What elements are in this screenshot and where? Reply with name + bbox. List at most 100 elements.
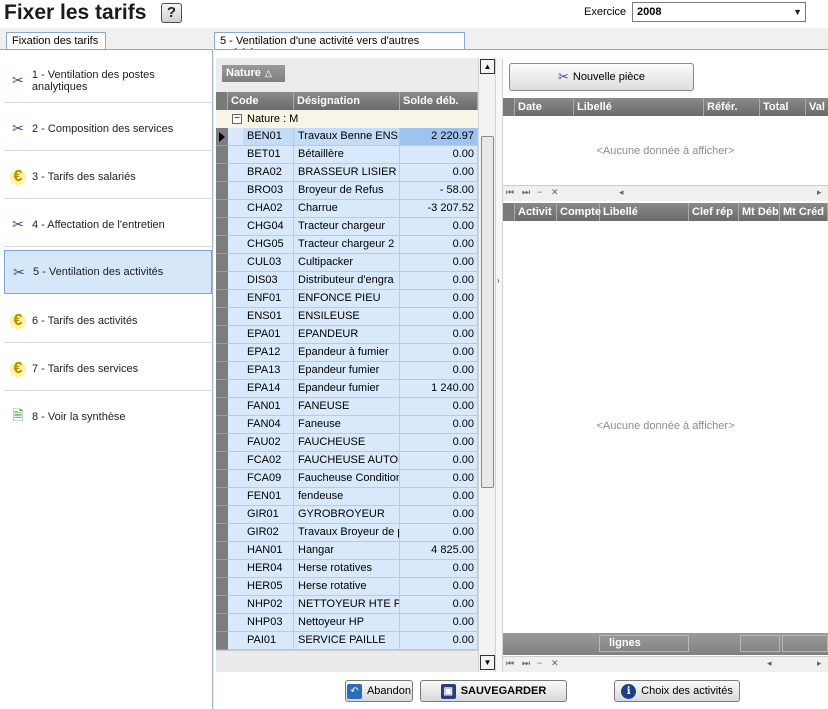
cell-designation[interactable]: Cultipacker: [294, 254, 400, 272]
row-selector[interactable]: [216, 578, 228, 596]
cell-code[interactable]: HER05: [243, 578, 294, 596]
cell-code[interactable]: HAN01: [243, 542, 294, 560]
table-row[interactable]: FCA09 Faucheuse Condition 0.00: [216, 470, 478, 488]
cell-solde[interactable]: 0.00: [400, 434, 478, 452]
cell-code[interactable]: NHP02: [243, 596, 294, 614]
column-header-date[interactable]: Date: [515, 98, 574, 116]
cell-code[interactable]: GIR02: [243, 524, 294, 542]
row-selector[interactable]: [216, 182, 228, 200]
scroll-down-icon[interactable]: ▼: [480, 655, 495, 670]
grid-vertical-scrollbar[interactable]: ▲ ▼: [478, 58, 495, 672]
cell-solde[interactable]: 0.00: [400, 614, 478, 632]
cell-solde[interactable]: 4 825.00: [400, 542, 478, 560]
choose-activities-button[interactable]: i Choix des activités: [614, 680, 740, 702]
column-header-clef-rep[interactable]: Clef rép: [689, 203, 739, 221]
cell-solde[interactable]: 0.00: [400, 272, 478, 290]
row-selector[interactable]: [216, 614, 228, 632]
cell-code[interactable]: FCA09: [243, 470, 294, 488]
table-row[interactable]: HER05 Herse rotative 0.00: [216, 578, 478, 596]
cell-solde[interactable]: 0.00: [400, 290, 478, 308]
row-selector[interactable]: [216, 452, 228, 470]
cell-solde[interactable]: 0.00: [400, 164, 478, 182]
cell-designation[interactable]: EPANDEUR: [294, 326, 400, 344]
cell-code[interactable]: FCA02: [243, 452, 294, 470]
grid-menu-icon[interactable]: [503, 203, 515, 221]
help-button[interactable]: ?: [161, 3, 182, 23]
row-selector[interactable]: [216, 290, 228, 308]
table-row[interactable]: BRA02 BRASSEUR LISIER 0.00: [216, 164, 478, 182]
cell-designation[interactable]: NETTOYEUR HTE PRE: [294, 596, 400, 614]
cell-code[interactable]: ENS01: [243, 308, 294, 326]
scroll-left-icon[interactable]: ◂: [767, 658, 772, 669]
cell-designation[interactable]: Faucheuse Condition: [294, 470, 400, 488]
nav-item-composition-services[interactable]: ✂ 2 - Composition des services: [4, 107, 212, 151]
row-selector[interactable]: [216, 506, 228, 524]
last-record-icon[interactable]: ⏭: [522, 658, 530, 669]
cell-designation[interactable]: Tracteur chargeur: [294, 218, 400, 236]
table-row[interactable]: CUL03 Cultipacker 0.00: [216, 254, 478, 272]
row-selector[interactable]: [216, 146, 228, 164]
cell-code[interactable]: CHA02: [243, 200, 294, 218]
table-row[interactable]: GIR02 Travaux Broyeur de p 0.00: [216, 524, 478, 542]
table-row[interactable]: BRO03 Broyeur de Refus - 58.00: [216, 182, 478, 200]
row-selector[interactable]: [216, 326, 228, 344]
cell-code[interactable]: BET01: [243, 146, 294, 164]
table-row[interactable]: FAN04 Faneuse 0.00: [216, 416, 478, 434]
panel-splitter[interactable]: ›: [495, 58, 503, 672]
cell-code[interactable]: HER04: [243, 560, 294, 578]
row-selector[interactable]: [216, 200, 228, 218]
cell-code[interactable]: EPA12: [243, 344, 294, 362]
cancel-record-icon[interactable]: ✕: [551, 187, 559, 198]
row-selector[interactable]: [216, 236, 228, 254]
table-row[interactable]: EPA01 EPANDEUR 0.00: [216, 326, 478, 344]
column-header-activite[interactable]: Activit: [515, 203, 557, 221]
cell-designation[interactable]: Hangar: [294, 542, 400, 560]
grid-menu-icon[interactable]: [216, 92, 228, 110]
cell-designation[interactable]: Broyeur de Refus: [294, 182, 400, 200]
scroll-thumb[interactable]: [481, 136, 494, 488]
cell-solde[interactable]: 2 220.97: [400, 128, 478, 146]
cell-solde[interactable]: 0.00: [400, 416, 478, 434]
row-selector[interactable]: [216, 380, 228, 398]
cell-solde[interactable]: 0.00: [400, 398, 478, 416]
cell-code[interactable]: EPA01: [243, 326, 294, 344]
cell-designation[interactable]: Herse rotative: [294, 578, 400, 596]
row-selector[interactable]: [216, 542, 228, 560]
cell-code[interactable]: BEN01: [243, 128, 294, 146]
table-row[interactable]: EPA13 Epandeur fumier 0.00: [216, 362, 478, 380]
group-by-nature-tag[interactable]: Nature △: [222, 65, 285, 82]
cell-designation[interactable]: SERVICE PAILLE: [294, 632, 400, 650]
remove-record-icon[interactable]: −: [537, 658, 542, 668]
cell-solde[interactable]: 0.00: [400, 254, 478, 272]
table-row[interactable]: CHA02 Charrue -3 207.52: [216, 200, 478, 218]
scroll-up-icon[interactable]: ▲: [480, 59, 495, 74]
remove-record-icon[interactable]: −: [537, 187, 542, 197]
chevron-right-icon[interactable]: ›: [497, 276, 500, 285]
row-selector[interactable]: [216, 164, 228, 182]
nav-item-affectation-entretien[interactable]: ✂ 4 - Affectation de l'entretien: [4, 203, 212, 247]
cell-code[interactable]: DIS03: [243, 272, 294, 290]
table-row[interactable]: NHP02NETTOYEUR HTE PRE0.00: [216, 596, 478, 614]
cell-designation[interactable]: Travaux Benne ENSIL: [294, 128, 400, 146]
cell-code[interactable]: PAI01: [243, 632, 294, 650]
cell-code[interactable]: EPA14: [243, 380, 294, 398]
table-row[interactable]: GIR01 GYROBROYEUR 0.00: [216, 506, 478, 524]
collapse-icon[interactable]: −: [232, 114, 242, 124]
table-row[interactable]: NHP03 Nettoyeur HP 0.00: [216, 614, 478, 632]
cell-code[interactable]: GIR01: [243, 506, 294, 524]
cell-designation[interactable]: GYROBROYEUR: [294, 506, 400, 524]
cell-code[interactable]: BRO03: [243, 182, 294, 200]
cell-code[interactable]: CHG04: [243, 218, 294, 236]
cell-designation[interactable]: Herse rotatives: [294, 560, 400, 578]
column-header-compte[interactable]: Compte: [557, 203, 601, 221]
nav-item-tarifs-salaries[interactable]: € 3 - Tarifs des salariés: [4, 155, 212, 199]
cell-solde[interactable]: 1 240.00: [400, 380, 478, 398]
column-header-mt-cred[interactable]: Mt Créd: [780, 203, 828, 221]
table-row[interactable]: CHG04 Tracteur chargeur 0.00: [216, 218, 478, 236]
row-selector[interactable]: [216, 632, 228, 650]
tab-fixation-des-tarifs[interactable]: Fixation des tarifs: [6, 32, 106, 50]
cell-solde[interactable]: 0.00: [400, 146, 478, 164]
cell-designation[interactable]: Epandeur à fumier: [294, 344, 400, 362]
cell-solde[interactable]: -3 207.52: [400, 200, 478, 218]
cell-designation[interactable]: Distributeur d'engra: [294, 272, 400, 290]
